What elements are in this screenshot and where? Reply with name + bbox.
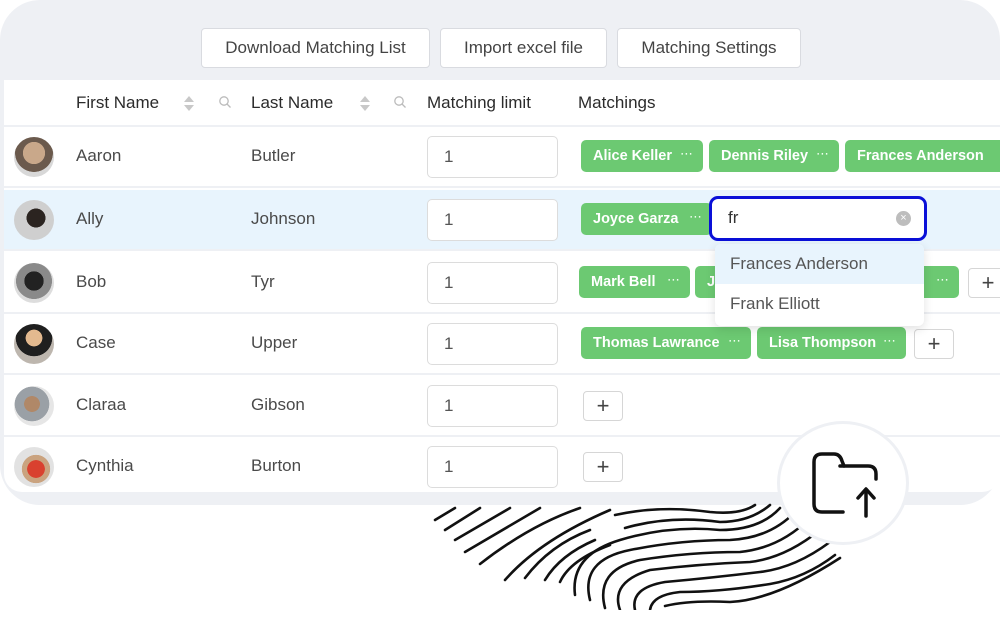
avatar: [14, 137, 54, 177]
table-row[interactable]: Aaron Butler 1 Alice Keller ⋯ Dennis Rile…: [4, 127, 1000, 188]
clear-icon[interactable]: ×: [896, 211, 911, 226]
matching-limit-input[interactable]: 1: [427, 136, 558, 178]
first-name: Case: [76, 333, 116, 352]
matching-search-input[interactable]: fr ×: [709, 196, 927, 241]
matching-settings-button[interactable]: Matching Settings: [617, 28, 801, 68]
matching-tag[interactable]: Thomas Lawrance ⋯: [581, 327, 751, 359]
add-matching-button[interactable]: +: [968, 268, 1000, 298]
plus-icon: +: [981, 270, 995, 295]
more-icon[interactable]: ⋯: [680, 146, 694, 162]
column-first-name[interactable]: First Name: [76, 93, 159, 113]
add-matching-button[interactable]: +: [583, 391, 623, 421]
search-value: fr: [728, 208, 739, 227]
last-name: Gibson: [251, 395, 305, 414]
dropdown-option[interactable]: Frances Anderson: [715, 244, 924, 284]
matching-limit-input[interactable]: 1: [427, 323, 558, 365]
more-icon[interactable]: ⋯: [936, 272, 950, 288]
matching-limit-input[interactable]: 1: [427, 262, 558, 304]
more-icon[interactable]: ⋯: [689, 209, 703, 225]
table-header: First Name Last Name Matching limit Matc…: [4, 80, 1000, 127]
last-name: Butler: [251, 146, 296, 165]
toolbar: Download Matching List Import excel file…: [201, 28, 801, 68]
more-icon[interactable]: ⋯: [816, 146, 830, 162]
plus-icon: +: [927, 331, 941, 356]
avatar: [14, 263, 54, 303]
search-icon[interactable]: [218, 95, 232, 109]
column-matchings: Matchings: [578, 93, 656, 112]
matching-limit-input[interactable]: 1: [427, 199, 558, 241]
folder-upload-icon: [812, 452, 878, 518]
sort-icon[interactable]: [184, 96, 194, 112]
search-results-dropdown: Frances Anderson Frank Elliott: [715, 244, 924, 326]
matching-tag[interactable]: Alice Keller ⋯: [581, 140, 703, 172]
column-last-name[interactable]: Last Name: [251, 93, 333, 113]
matching-tag[interactable]: Dennis Riley ⋯: [709, 140, 839, 172]
matching-limit-input[interactable]: 1: [427, 385, 558, 427]
more-icon[interactable]: ⋯: [667, 272, 681, 288]
first-name: Cynthia: [76, 456, 134, 475]
avatar: [14, 324, 54, 364]
avatar: [14, 447, 54, 487]
download-matching-list-button[interactable]: Download Matching List: [201, 28, 430, 68]
first-name: Ally: [76, 209, 104, 228]
avatar: [14, 386, 54, 426]
matching-tag[interactable]: Mark Bell ⋯: [579, 266, 690, 298]
add-matching-button[interactable]: +: [914, 329, 954, 359]
last-name: Burton: [251, 456, 302, 475]
last-name: Johnson: [251, 209, 316, 228]
first-name: Bob: [76, 272, 107, 291]
import-excel-button[interactable]: Import excel file: [440, 28, 607, 68]
more-icon[interactable]: ⋯: [883, 333, 897, 349]
matching-tag[interactable]: Lisa Thompson ⋯: [757, 327, 906, 359]
first-name: Claraa: [76, 395, 127, 414]
last-name: Upper: [251, 333, 298, 352]
search-icon[interactable]: [393, 95, 407, 109]
matching-limit-input[interactable]: 1: [427, 446, 558, 488]
avatar: [14, 200, 54, 240]
last-name: Tyr: [251, 272, 275, 291]
plus-icon: +: [596, 393, 610, 418]
first-name: Aaron: [76, 146, 122, 165]
matching-tag[interactable]: Frances Anderson: [845, 140, 1000, 172]
plus-icon: +: [596, 454, 610, 479]
sort-icon[interactable]: [360, 96, 370, 112]
matching-tag[interactable]: Joyce Garza ⋯: [581, 203, 712, 235]
column-matching-limit: Matching limit: [427, 93, 531, 112]
add-matching-button[interactable]: +: [583, 452, 623, 482]
dropdown-option[interactable]: Frank Elliott: [715, 284, 924, 324]
upload-folder-button[interactable]: [777, 421, 909, 545]
more-icon[interactable]: ⋯: [728, 333, 742, 349]
